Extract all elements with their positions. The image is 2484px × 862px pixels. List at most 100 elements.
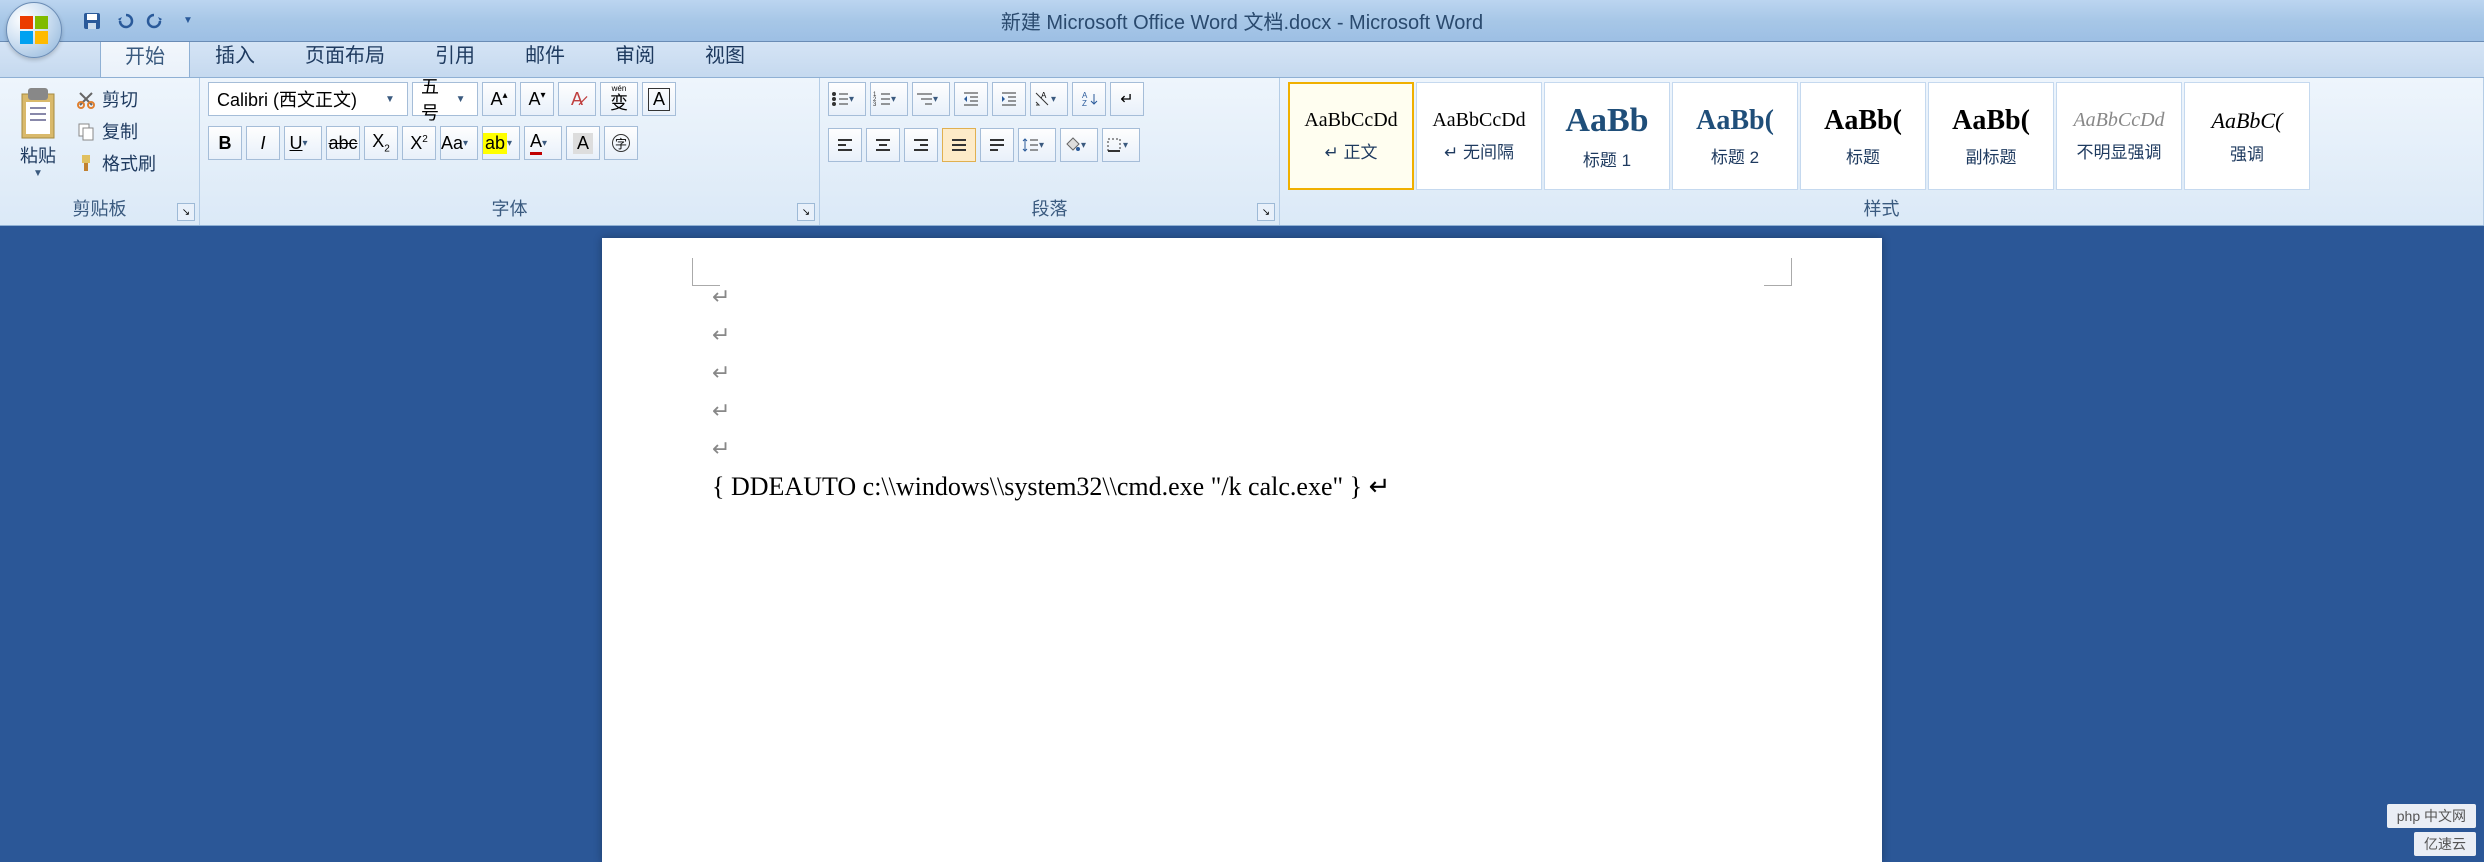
italic-icon: I	[260, 133, 265, 154]
style-item-2[interactable]: AaBb标题 1	[1544, 82, 1670, 190]
style-item-0[interactable]: AaBbCcDd↵ 正文	[1288, 82, 1414, 190]
font-size-value: 五号	[421, 73, 456, 125]
show-marks-button[interactable]: ↵	[1110, 82, 1144, 116]
qat-customize-dropdown[interactable]: ▼	[176, 9, 200, 33]
style-preview: AaBbCcDd	[1304, 109, 1397, 132]
style-preview: AaBbC(	[2212, 108, 2283, 134]
chevron-down-icon: ▾	[463, 138, 477, 149]
font-color-button[interactable]: A▾	[524, 126, 562, 160]
chevron-down-icon: ▾	[1123, 140, 1137, 151]
line-spacing-button[interactable]: ▾	[1018, 128, 1056, 162]
char-border-icon: A	[648, 88, 670, 111]
copy-button[interactable]: 复制	[76, 118, 156, 144]
grow-font-button[interactable]: A▴	[482, 82, 516, 116]
bold-button[interactable]: B	[208, 126, 242, 160]
underline-button[interactable]: U▾	[284, 126, 322, 160]
chevron-down-icon: ▾	[1081, 140, 1095, 151]
styles-gallery: AaBbCcDd↵ 正文AaBbCcDd↵ 无间隔AaBb标题 1AaBb(标题…	[1288, 82, 2310, 190]
clear-formatting-button[interactable]: A̷	[558, 82, 596, 116]
style-item-4[interactable]: AaBb( 标题	[1800, 82, 1926, 190]
paragraph-mark: ↵	[712, 278, 1772, 316]
borders-button[interactable]: ▾	[1102, 128, 1140, 162]
borders-icon	[1105, 136, 1123, 154]
pilcrow-icon: ↵	[1120, 89, 1133, 109]
save-button[interactable]	[80, 9, 104, 33]
style-item-6[interactable]: AaBbCcDd不明显强调	[2056, 82, 2182, 190]
cut-label: 剪切	[102, 86, 138, 112]
shading-button[interactable]: ▾	[1060, 128, 1098, 162]
style-item-3[interactable]: AaBb(标题 2	[1672, 82, 1798, 190]
sort-icon: AZ	[1080, 90, 1098, 108]
font-name-value: Calibri (西文正文)	[217, 86, 357, 112]
chevron-down-icon: ▾	[891, 94, 905, 105]
style-preview: AaBb(	[1952, 105, 2030, 137]
numbering-button[interactable]: 123▾	[870, 82, 908, 116]
sort-button[interactable]: AZ	[1072, 82, 1106, 116]
style-label: 标题 1	[1583, 146, 1631, 171]
svg-text:3: 3	[873, 102, 877, 108]
subscript-button[interactable]: X2	[364, 126, 398, 160]
font-name-combo[interactable]: Calibri (西文正文)▼	[208, 82, 408, 116]
paragraph-mark: ↵	[712, 430, 1772, 468]
phonetic-guide-button[interactable]: 变wén	[600, 82, 638, 116]
chevron-down-icon: ▾	[303, 138, 317, 149]
redo-button[interactable]	[144, 9, 168, 33]
cut-button[interactable]: 剪切	[76, 86, 156, 112]
underline-icon: U	[290, 133, 303, 154]
multilevel-list-button[interactable]: ▾	[912, 82, 950, 116]
align-right-button[interactable]	[904, 128, 938, 162]
chevron-down-icon: ▼	[33, 168, 43, 179]
styles-group-label: 样式	[1288, 193, 2475, 225]
align-justify-button[interactable]	[942, 128, 976, 162]
style-label: 标题	[1846, 143, 1880, 168]
format-painter-button[interactable]: 格式刷	[76, 150, 156, 176]
style-item-1[interactable]: AaBbCcDd↵ 无间隔	[1416, 82, 1542, 190]
character-shading-button[interactable]: A	[566, 126, 600, 160]
ribbon-tabs: 开始 插入 页面布局 引用 邮件 审阅 视图	[0, 42, 2484, 78]
brush-icon	[76, 153, 96, 173]
align-left-button[interactable]	[828, 128, 862, 162]
document-area[interactable]: ↵↵↵↵↵{ DDEAUTO c:\\windows\\system32\\cm…	[0, 226, 2484, 862]
group-styles: AaBbCcDd↵ 正文AaBbCcDd↵ 无间隔AaBb标题 1AaBb(标题…	[1280, 78, 2484, 225]
chevron-down-icon: ▾	[542, 138, 556, 149]
superscript-button[interactable]: X2	[402, 126, 436, 160]
increase-indent-button[interactable]	[992, 82, 1026, 116]
paragraph-launcher[interactable]: ↘	[1257, 203, 1275, 221]
undo-button[interactable]	[112, 9, 136, 33]
scissors-icon	[76, 89, 96, 109]
font-size-combo[interactable]: 五号▼	[412, 82, 478, 116]
font-launcher[interactable]: ↘	[797, 203, 815, 221]
align-center-button[interactable]	[866, 128, 900, 162]
clear-format-icon: A̷	[571, 89, 583, 110]
distribute-icon	[988, 136, 1006, 154]
enclose-characters-button[interactable]: 字	[604, 126, 638, 160]
indent-icon	[1000, 90, 1018, 108]
distribute-button[interactable]	[980, 128, 1014, 162]
shrink-font-button[interactable]: A▾	[520, 82, 554, 116]
chevron-down-icon: ▼	[183, 15, 193, 26]
char-shading-icon: A	[573, 133, 593, 154]
style-preview: AaBb(	[1696, 105, 1774, 137]
strikethrough-button[interactable]: abc	[326, 126, 360, 160]
paste-button[interactable]: 粘贴 ▼	[8, 82, 68, 182]
style-preview: AaBb(	[1824, 105, 1902, 137]
document-page[interactable]: ↵↵↵↵↵{ DDEAUTO c:\\windows\\system32\\cm…	[602, 238, 1882, 862]
font-color-icon: A	[530, 131, 542, 155]
character-border-button[interactable]: A	[642, 82, 676, 116]
change-case-button[interactable]: Aa▾	[440, 126, 478, 160]
highlight-icon: ab	[483, 133, 507, 154]
paragraph-mark: ↵	[712, 316, 1772, 354]
highlight-button[interactable]: ab▾	[482, 126, 520, 160]
document-body[interactable]: ↵↵↵↵↵{ DDEAUTO c:\\windows\\system32\\cm…	[712, 278, 1772, 506]
margin-corner-tl	[692, 258, 720, 286]
outdent-icon	[962, 90, 980, 108]
office-button[interactable]	[6, 2, 66, 62]
field-code-text[interactable]: { DDEAUTO c:\\windows\\system32\\cmd.exe…	[712, 468, 1772, 506]
style-item-7[interactable]: AaBbC(强调	[2184, 82, 2310, 190]
style-item-5[interactable]: AaBb(副标题	[1928, 82, 2054, 190]
text-direction-button[interactable]: A▾	[1030, 82, 1068, 116]
bullets-button[interactable]: ▾	[828, 82, 866, 116]
clipboard-launcher[interactable]: ↘	[177, 203, 195, 221]
italic-button[interactable]: I	[246, 126, 280, 160]
decrease-indent-button[interactable]	[954, 82, 988, 116]
